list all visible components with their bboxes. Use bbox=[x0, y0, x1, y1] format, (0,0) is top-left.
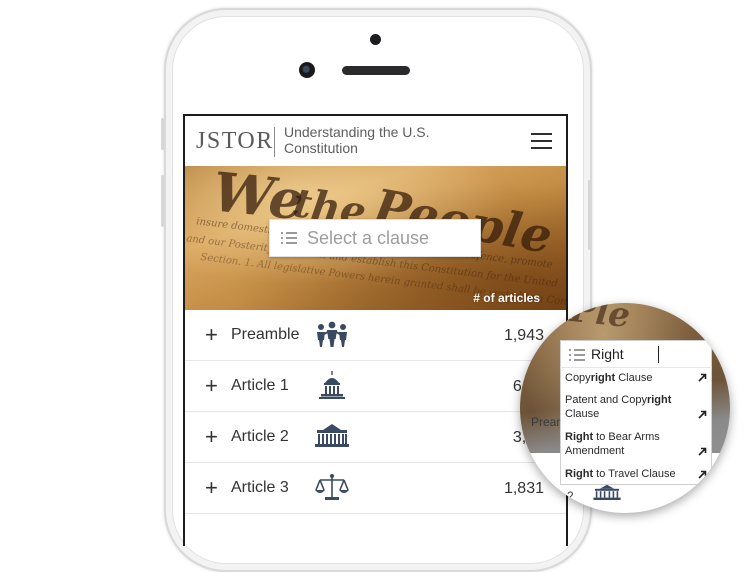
volume-up-button bbox=[161, 175, 164, 227]
clause-search-input[interactable] bbox=[591, 344, 691, 364]
speaker-grille bbox=[342, 66, 410, 75]
white-house-icon bbox=[315, 424, 349, 447]
text-cursor bbox=[658, 346, 659, 363]
expand-plus-icon[interactable]: + bbox=[205, 373, 218, 399]
suggestion-item[interactable]: Copyright Clause bbox=[561, 368, 711, 388]
magnified-row-number: 2 bbox=[567, 489, 574, 503]
clause-select-placeholder: Select a clause bbox=[307, 228, 430, 248]
jstor-logo[interactable]: JSTOR bbox=[196, 128, 274, 155]
hero-banner: We the People insure domestic Tranquilit… bbox=[185, 166, 566, 310]
row-label: Article 1 bbox=[231, 377, 289, 394]
expand-plus-icon[interactable]: + bbox=[205, 475, 218, 501]
magnifier-callout: Ple Pream 2 Copyright Clause Patent and … bbox=[520, 303, 730, 513]
suggestion-item[interactable]: Right to Bear Arms Amendment bbox=[561, 428, 711, 464]
app-header: JSTOR Understanding the U.S. Constitutio… bbox=[185, 116, 566, 166]
front-camera bbox=[299, 62, 315, 78]
articles-count-header: # of articles bbox=[473, 291, 540, 305]
list-item-preamble[interactable]: + Preamble 1,943 bbox=[185, 310, 566, 361]
expand-plus-icon[interactable]: + bbox=[205, 424, 218, 450]
mute-switch bbox=[161, 118, 164, 150]
parchment-script-art: Ple bbox=[568, 303, 633, 337]
row-label: Article 3 bbox=[231, 479, 289, 496]
suggestion-dropdown: Copyright Clause Patent and Copyright Cl… bbox=[560, 367, 712, 485]
earpiece-dot bbox=[370, 34, 381, 45]
capitol-icon bbox=[319, 371, 345, 399]
row-label: Article 2 bbox=[231, 428, 289, 445]
arrow-up-right-icon bbox=[698, 470, 707, 479]
suggestion-item[interactable]: Patent and Copyright Clause bbox=[561, 390, 711, 426]
suggestion-text: Patent and Copyright Clause bbox=[565, 394, 672, 420]
arrow-up-right-icon bbox=[698, 410, 707, 419]
app-subtitle: Understanding the U.S. Constitution bbox=[284, 124, 430, 156]
row-label: Preamble bbox=[231, 326, 300, 343]
list-item-partial bbox=[185, 514, 566, 546]
hamburger-menu-icon[interactable] bbox=[531, 133, 552, 149]
people-icon bbox=[317, 321, 347, 347]
list-icon bbox=[281, 232, 297, 244]
list-icon bbox=[569, 349, 585, 361]
suggestion-text: Right to Bear Arms Amendment bbox=[565, 431, 660, 457]
suggestion-item[interactable]: Right to Travel Clause bbox=[561, 465, 711, 483]
logo-divider bbox=[274, 127, 275, 157]
article-count: 1,943 bbox=[503, 327, 544, 344]
expand-plus-icon[interactable]: + bbox=[205, 322, 218, 348]
arrow-up-right-icon bbox=[698, 447, 707, 456]
list-item-article-3[interactable]: + Article 3 1,831 bbox=[185, 463, 566, 514]
suggestion-text: Copyright Clause bbox=[565, 372, 653, 384]
arrow-up-right-icon bbox=[698, 373, 707, 382]
power-button bbox=[588, 180, 591, 250]
suggestion-text: Right to Travel Clause bbox=[565, 468, 676, 480]
app-screen: JSTOR Understanding the U.S. Constitutio… bbox=[183, 114, 568, 546]
scales-icon bbox=[315, 474, 349, 500]
clause-search-box[interactable] bbox=[560, 340, 712, 369]
list-item-article-2[interactable]: + Article 2 3,09 bbox=[185, 412, 566, 463]
white-house-icon bbox=[593, 484, 621, 500]
list-item-article-1[interactable]: + Article 1 6,75 bbox=[185, 361, 566, 412]
clause-select[interactable]: Select a clause bbox=[269, 219, 481, 257]
